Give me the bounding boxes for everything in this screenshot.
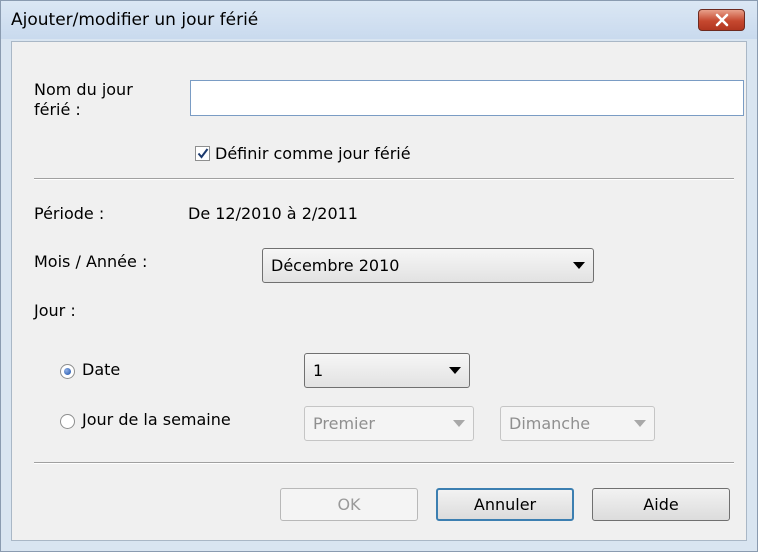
month-year-value: Décembre 2010: [271, 256, 400, 275]
dialog-window: Ajouter/modifier un jour férié Nom du jo…: [0, 0, 758, 552]
holiday-name-input[interactable]: [190, 80, 744, 116]
dialog-title: Ajouter/modifier un jour férié: [11, 10, 259, 30]
date-radio[interactable]: [60, 364, 75, 379]
ok-button[interactable]: OK: [280, 488, 418, 521]
radio-selected-dot: [64, 368, 71, 375]
weekday-day-select[interactable]: Dimanche: [500, 406, 655, 441]
separator-top: [34, 178, 734, 180]
month-year-label: Mois / Année :: [34, 252, 148, 271]
weekday-ordinal-value: Premier: [313, 414, 375, 433]
chevron-down-icon: [634, 420, 646, 427]
date-select[interactable]: 1: [304, 353, 470, 388]
weekday-day-value: Dimanche: [509, 414, 591, 433]
close-button[interactable]: [698, 9, 745, 31]
separator-bottom: [34, 462, 734, 464]
help-button[interactable]: Aide: [592, 488, 730, 521]
month-year-select[interactable]: Décembre 2010: [262, 248, 594, 283]
chevron-down-icon: [453, 420, 465, 427]
period-value: De 12/2010 à 2/2011: [188, 204, 358, 223]
name-label-line2: férié :: [34, 100, 81, 119]
period-label: Période :: [34, 204, 105, 223]
weekday-ordinal-select[interactable]: Premier: [304, 406, 474, 441]
weekday-radio[interactable]: [60, 414, 75, 429]
checkmark-icon: [197, 148, 209, 159]
date-value: 1: [313, 361, 324, 380]
holiday-checkbox-label: Définir comme jour férié: [215, 144, 411, 163]
close-icon: [715, 13, 729, 27]
date-radio-label: Date: [82, 360, 121, 379]
weekday-radio-label: Jour de la semaine: [82, 410, 231, 429]
cancel-button[interactable]: Annuler: [436, 488, 574, 521]
chevron-down-icon: [573, 262, 585, 269]
title-bar: Ajouter/modifier un jour férié: [1, 1, 757, 39]
day-label: Jour :: [34, 301, 76, 320]
holiday-checkbox[interactable]: [195, 146, 210, 161]
dialog-body: Nom du jour férié : Définir comme jour f…: [11, 41, 747, 541]
chevron-down-icon: [449, 367, 461, 374]
name-label-line1: Nom du jour: [34, 80, 133, 99]
